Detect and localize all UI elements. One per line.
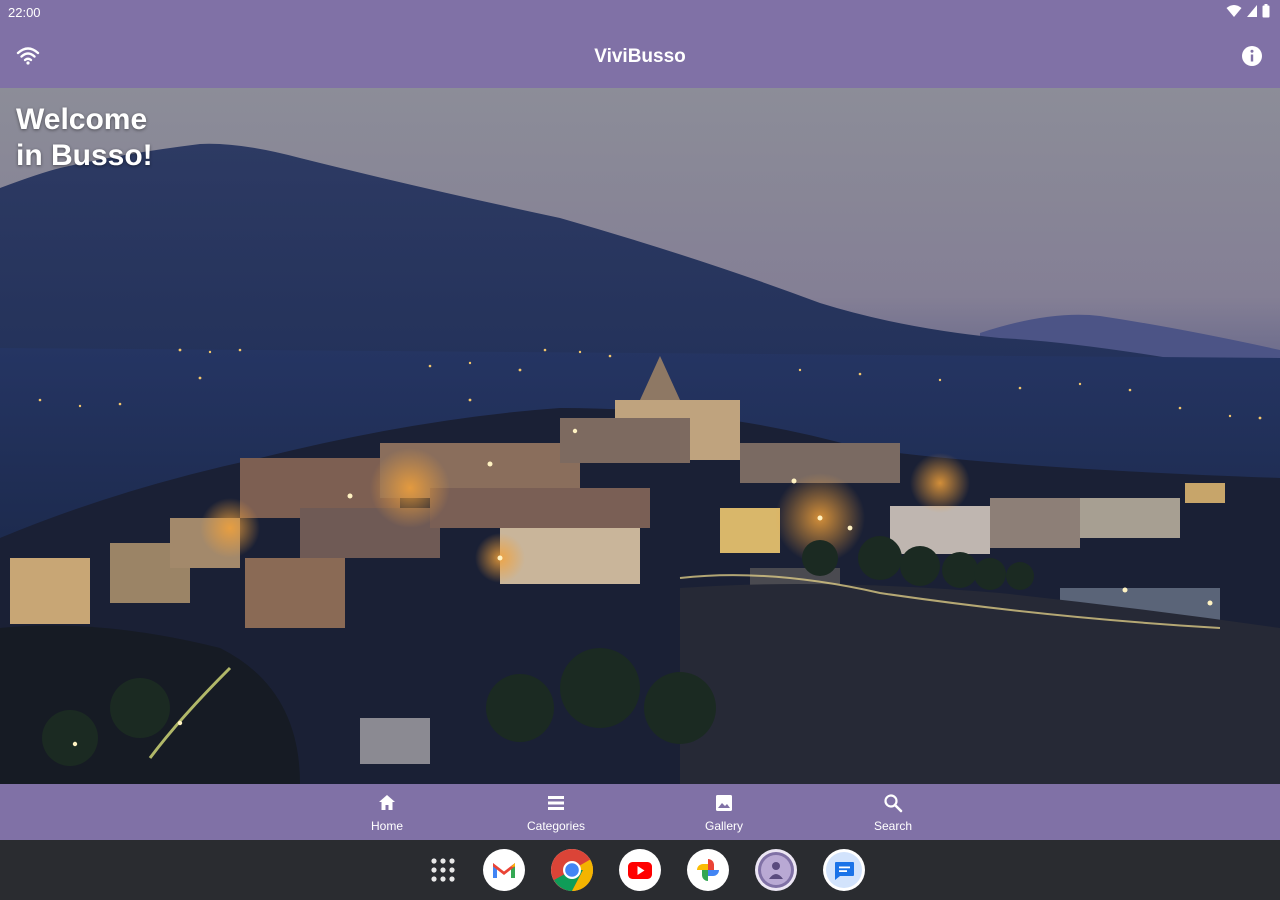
search-icon xyxy=(884,794,903,813)
youtube-icon xyxy=(628,862,652,879)
welcome-line-2: in Busso! xyxy=(16,139,153,172)
welcome-line-1: Welcome xyxy=(16,103,148,136)
gmail-icon xyxy=(493,863,515,878)
nav-item-gallery[interactable]: Gallery xyxy=(669,784,779,840)
nav-item-categories[interactable]: Categories xyxy=(501,784,611,840)
battery-icon xyxy=(1262,4,1270,18)
photos-app[interactable] xyxy=(687,849,729,891)
youtube-app[interactable] xyxy=(619,849,661,891)
chrome-app[interactable] xyxy=(551,849,593,891)
cell-signal-icon xyxy=(1247,5,1257,17)
nav-label-search: Search xyxy=(873,819,913,833)
messages-app[interactable] xyxy=(823,849,865,891)
messages-icon xyxy=(826,852,862,888)
photos-icon xyxy=(697,859,719,881)
app-bar: ViviBusso xyxy=(0,26,1280,88)
status-icons xyxy=(1226,4,1270,18)
status-time: 22:00 xyxy=(8,5,41,20)
image-icon xyxy=(716,795,732,811)
nav-item-search[interactable]: Search xyxy=(838,784,948,840)
nav-item-home[interactable]: Home xyxy=(332,784,442,840)
chrome-icon xyxy=(551,849,593,891)
profile-app-icon xyxy=(758,852,794,888)
apps-grid-icon[interactable] xyxy=(429,856,457,884)
nav-label-categories: Categories xyxy=(526,819,586,833)
bottom-navigation: Home Categories Gallery Search xyxy=(0,784,1280,840)
wifi-signal-icon xyxy=(1226,5,1242,17)
list-icon xyxy=(548,796,564,810)
app-title: ViviBusso xyxy=(594,46,686,67)
town-night-illustration xyxy=(0,88,1280,784)
hero-image: Welcome in Busso! xyxy=(0,88,1280,784)
taskbar xyxy=(0,840,1280,900)
welcome-heading: Welcome in Busso! xyxy=(16,102,216,174)
nav-label-home: Home xyxy=(370,819,403,833)
gmail-app[interactable] xyxy=(483,849,525,891)
profile-app[interactable] xyxy=(755,849,797,891)
home-icon xyxy=(379,795,395,810)
nav-label-gallery: Gallery xyxy=(704,819,743,833)
status-bar: 22:00 xyxy=(0,0,1280,26)
info-icon[interactable] xyxy=(1240,44,1264,68)
